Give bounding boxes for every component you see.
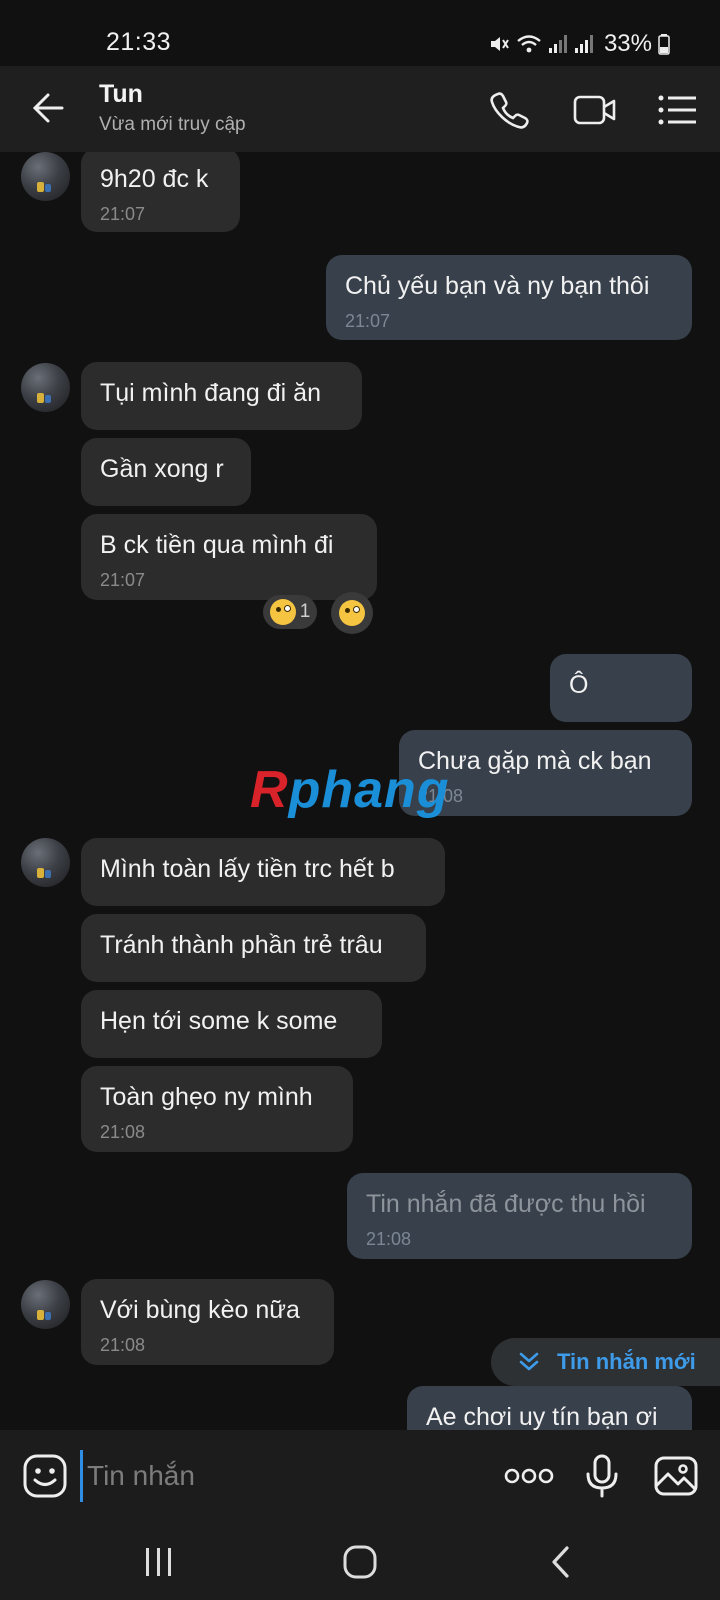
message-bubble-incoming[interactable]: Với bùng kèo nữa 21:08: [81, 1279, 334, 1365]
image-gallery-icon[interactable]: [652, 1452, 700, 1500]
message-text: Tin nhắn đã được thu hồi: [366, 1190, 646, 1218]
mute-icon: [490, 37, 509, 51]
reaction-summary[interactable]: 1: [263, 595, 317, 629]
status-icons: 33%: [488, 30, 670, 58]
message-time: 21:08: [366, 1229, 412, 1249]
message-text: Chưa gặp mà ck bạn: [418, 747, 652, 775]
message-time: 21:07: [345, 311, 391, 331]
message-bubble-incoming[interactable]: Tránh thành phần trẻ trâu: [81, 914, 426, 982]
phone-icon[interactable]: [487, 88, 531, 132]
message-time: 21:07: [100, 570, 146, 590]
message-text: Ae chơi uy tín bạn ơi: [426, 1403, 658, 1430]
reaction-count: 1: [299, 601, 311, 622]
add-reaction-button[interactable]: [331, 592, 373, 634]
message-text: Tụi mình đang đi ăn: [100, 379, 321, 407]
message-time: 21:08: [100, 1335, 146, 1355]
double-chevron-down-icon: [519, 1352, 539, 1371]
status-bar: 21:33 33%: [0, 0, 720, 66]
new-messages-label: Tin nhắn mới: [557, 1349, 696, 1374]
avatar[interactable]: [21, 838, 70, 887]
message-bubble-outgoing[interactable]: Ae chơi uy tín bạn ơi: [407, 1386, 692, 1430]
surprised-emoji-icon: [269, 599, 296, 625]
more-options-icon[interactable]: [504, 1452, 554, 1500]
signal-1-icon: [548, 35, 567, 53]
battery-icon: [658, 34, 670, 55]
signal-2-icon: [574, 35, 593, 53]
message-bubble-incoming[interactable]: Tụi mình đang đi ăn: [81, 362, 362, 430]
message-time: 21:08: [418, 786, 464, 806]
microphone-icon[interactable]: [578, 1452, 626, 1500]
message-bubble-incoming[interactable]: Hẹn tới some k some: [81, 990, 382, 1058]
avatar[interactable]: [21, 152, 70, 201]
status-time: 21:33: [106, 28, 172, 56]
message-text: 9h20 đc k: [100, 165, 209, 193]
contact-name[interactable]: Tun: [99, 80, 143, 109]
home-icon[interactable]: [336, 1538, 384, 1586]
system-nav-bar: [0, 1522, 720, 1600]
message-bubble-recalled[interactable]: Tin nhắn đã được thu hồi 21:08: [347, 1173, 692, 1259]
avatar[interactable]: [21, 363, 70, 412]
new-messages-button[interactable]: Tin nhắn mới: [491, 1338, 720, 1386]
watermark-logo: Rphang: [250, 761, 450, 819]
message-list[interactable]: 9h20 đc k 21:07 Chủ yếu bạn và ny bạn th…: [0, 152, 720, 1430]
message-text: Mình toàn lấy tiền trc hết b: [100, 855, 395, 883]
back-arrow-icon[interactable]: [28, 86, 72, 130]
message-bubble-incoming[interactable]: Gần xong r: [81, 438, 251, 506]
avatar[interactable]: [21, 1280, 70, 1329]
emoji-sticker-icon[interactable]: [21, 1452, 69, 1500]
message-text: Tránh thành phần trẻ trâu: [100, 931, 383, 959]
surprised-emoji-icon: [339, 600, 365, 626]
message-time: 21:08: [100, 1122, 146, 1142]
back-nav-icon[interactable]: [538, 1538, 586, 1586]
message-text: Toàn ghẹo ny mình: [100, 1083, 313, 1111]
video-call-icon[interactable]: [572, 88, 618, 132]
menu-list-icon[interactable]: [656, 88, 698, 132]
message-text: Hẹn tới some k some: [100, 1007, 338, 1035]
message-text: Ô: [569, 671, 589, 699]
message-bubble-outgoing[interactable]: Ô: [550, 654, 692, 722]
message-text: Gần xong r: [100, 455, 224, 483]
message-text: B ck tiền qua mình đi: [100, 531, 334, 559]
message-bubble-incoming[interactable]: 9h20 đc k 21:07: [81, 152, 240, 232]
message-bubble-incoming[interactable]: Mình toàn lấy tiền trc hết b: [81, 838, 445, 906]
battery-percent: 33%: [603, 30, 652, 57]
message-input[interactable]: [80, 1450, 489, 1502]
chat-header: Tun Vừa mới truy cập: [0, 66, 720, 152]
message-text: Với bùng kèo nữa: [100, 1296, 300, 1324]
message-bubble-outgoing[interactable]: Chủ yếu bạn và ny bạn thôi 21:07: [326, 255, 692, 340]
recent-apps-icon[interactable]: [135, 1538, 183, 1586]
message-time: 21:07: [100, 204, 146, 224]
contact-status: Vừa mới truy cập: [99, 114, 246, 135]
message-bubble-incoming[interactable]: B ck tiền qua mình đi 21:07: [81, 514, 377, 600]
message-composer: [0, 1430, 720, 1522]
message-bubble-incoming[interactable]: Toàn ghẹo ny mình 21:08: [81, 1066, 353, 1152]
wifi-icon: [517, 35, 541, 53]
message-text: Chủ yếu bạn và ny bạn thôi: [345, 272, 650, 300]
